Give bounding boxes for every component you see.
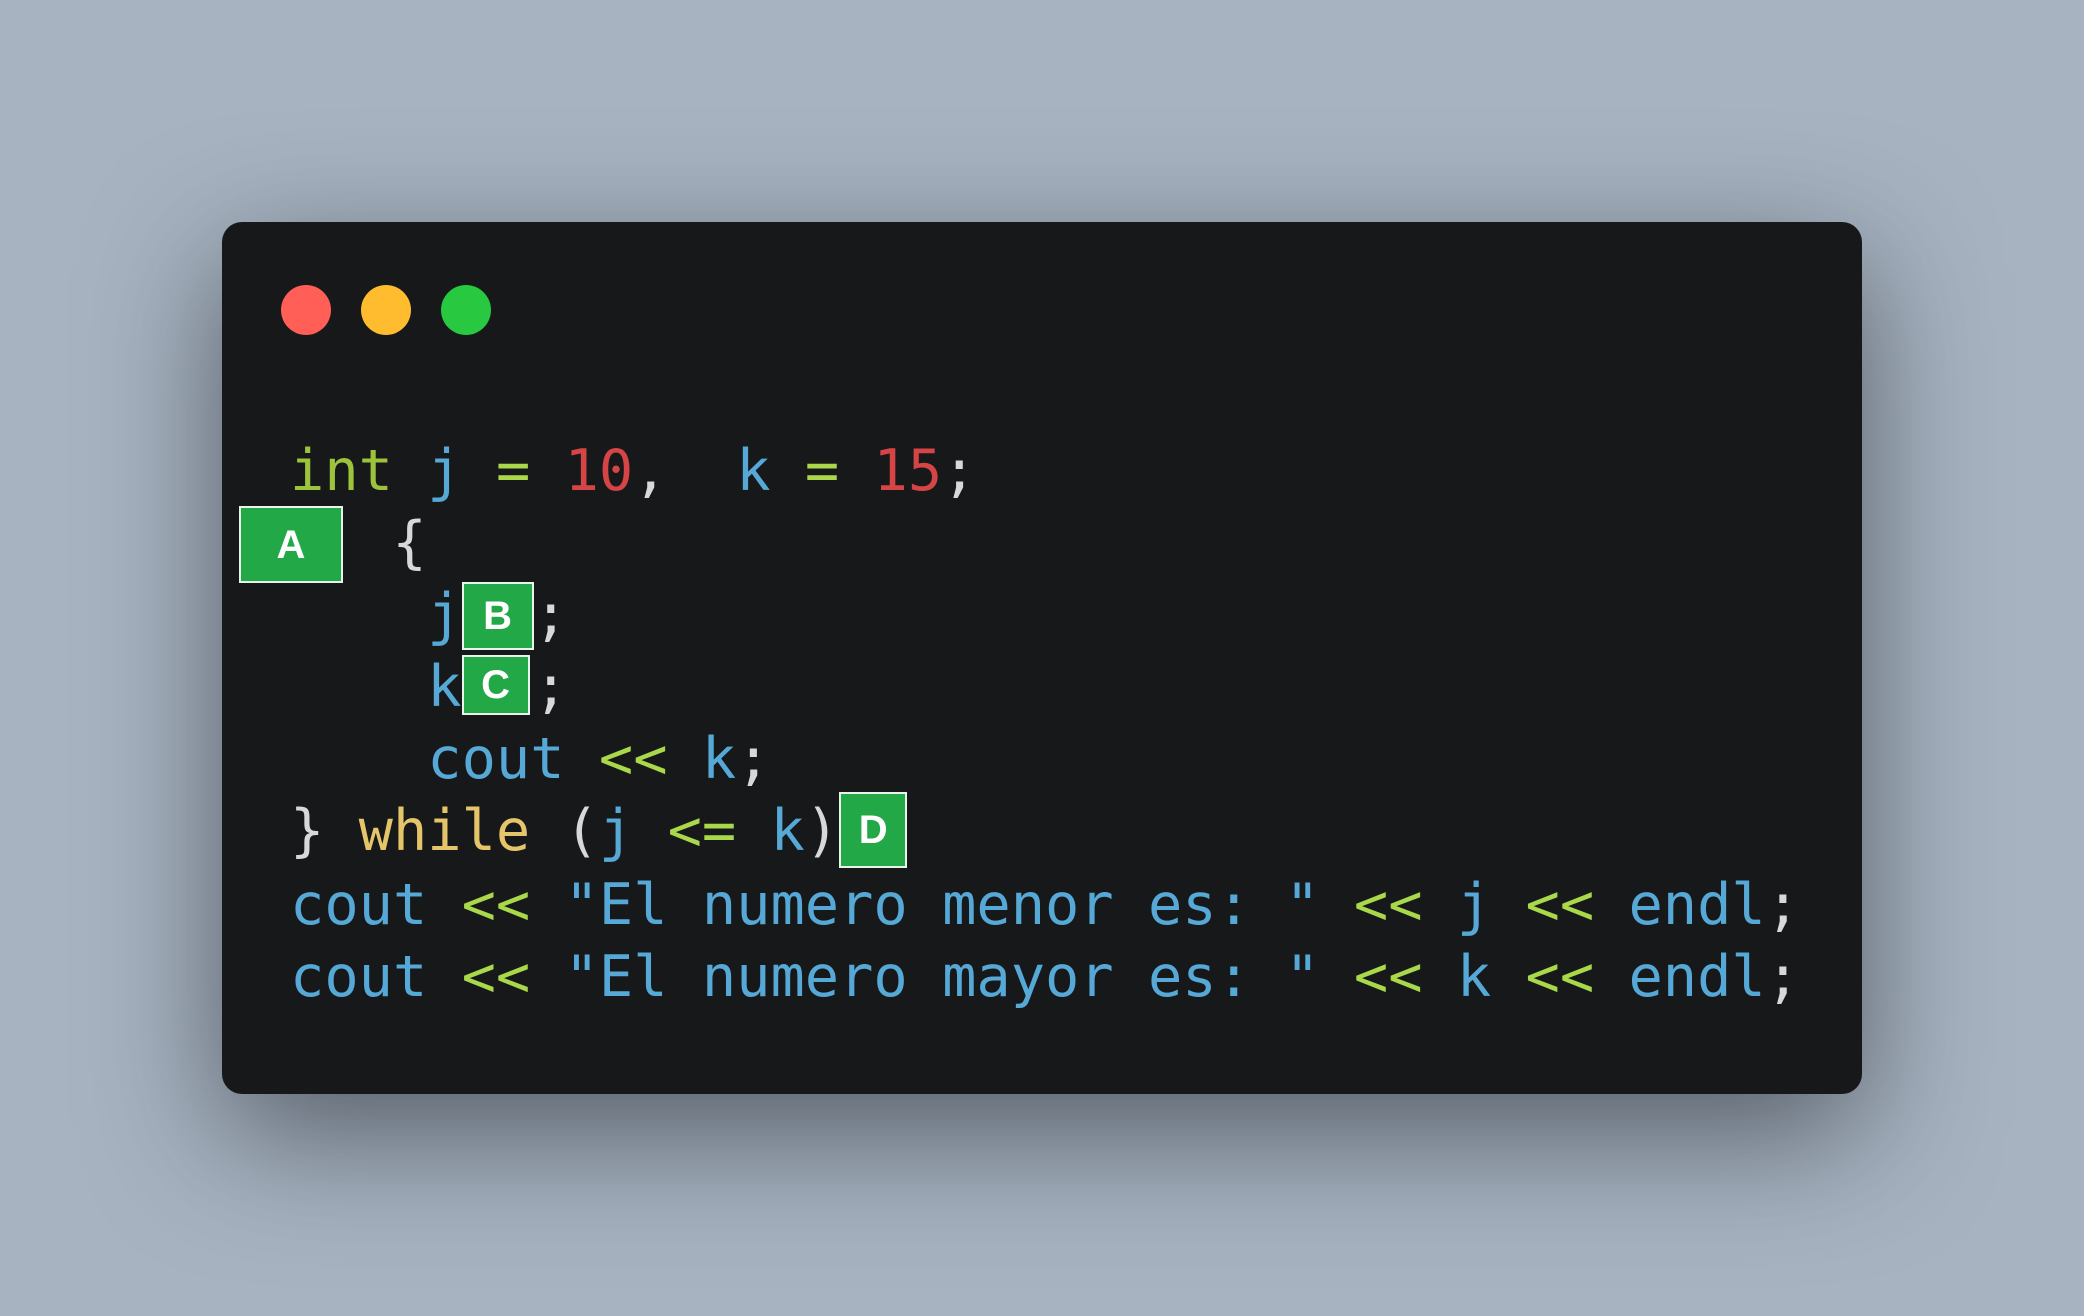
number-literal: 10 (564, 438, 634, 504)
stream-operator: << (1525, 872, 1595, 938)
assign-operator: = (804, 438, 840, 504)
stream-operator: << (1353, 872, 1423, 938)
stream-operator: << (461, 944, 531, 1010)
stream-operator: << (461, 872, 531, 938)
cout-keyword: cout (427, 726, 565, 792)
cout-keyword: cout (290, 944, 428, 1010)
variable-k: k (736, 438, 771, 504)
blank-slot-c: C (461, 651, 534, 723)
blank-slot-d: D (839, 792, 908, 868)
stream-operator: << (1353, 944, 1423, 1010)
blank-slot-b: B (461, 579, 534, 651)
blank-label-d: D (839, 792, 908, 868)
number-literal: 15 (873, 438, 943, 504)
variable-j: j (598, 798, 634, 864)
string-literal: "El numero menor es: " (564, 872, 1320, 938)
variable-k: k (427, 654, 462, 720)
open-brace: { (392, 510, 427, 576)
endl-keyword: endl (1628, 944, 1766, 1010)
string-literal: "El numero mayor es: " (564, 944, 1320, 1010)
type-keyword: int (290, 438, 393, 504)
semicolon: ; (533, 654, 568, 720)
code-line-7: cout << "El numero menor es: " << j << e… (290, 869, 1800, 941)
variable-k: k (770, 798, 805, 864)
variable-k: k (1456, 944, 1492, 1010)
while-keyword: while (358, 798, 531, 864)
code-window: int j = 10, k = 15; A { j B; k C; cout << … (222, 222, 1862, 1094)
variable-j: j (1456, 872, 1492, 938)
code-line-1: int j = 10, k = 15; (290, 435, 976, 507)
code-line-5: cout << k; (290, 723, 771, 795)
right-paren: ) (804, 798, 840, 864)
close-brace: } (290, 798, 325, 864)
semicolon: ; (533, 582, 568, 648)
blank-label-b: B (461, 582, 534, 650)
code-line-8: cout << "El numero mayor es: " << k << e… (290, 941, 1800, 1013)
left-paren: ( (564, 798, 599, 864)
blank-label-a: A (239, 506, 343, 583)
variable-j: j (427, 582, 462, 648)
comma: , (633, 438, 668, 504)
code-line-6: } while (j <= k) D (290, 792, 908, 868)
semicolon: ; (1765, 944, 1801, 1010)
cout-keyword: cout (290, 872, 428, 938)
variable-j: j (427, 438, 462, 504)
endl-keyword: endl (1628, 872, 1766, 938)
semicolon: ; (942, 438, 977, 504)
code-line-3: j B; (290, 579, 568, 651)
semicolon: ; (1765, 872, 1801, 938)
comparison-operator: <= (667, 798, 737, 864)
code-block: int j = 10, k = 15; A { j B; k C; cout << … (222, 222, 1862, 1094)
stream-operator: << (598, 726, 668, 792)
blank-label-c: C (461, 655, 530, 715)
variable-k: k (701, 726, 737, 792)
code-line-2: A { (239, 506, 427, 583)
assign-operator: = (495, 438, 531, 504)
blank-slot-a: A (239, 506, 358, 583)
stream-operator: << (1525, 944, 1595, 1010)
semicolon: ; (736, 726, 771, 792)
code-line-4: k C; (290, 651, 568, 723)
